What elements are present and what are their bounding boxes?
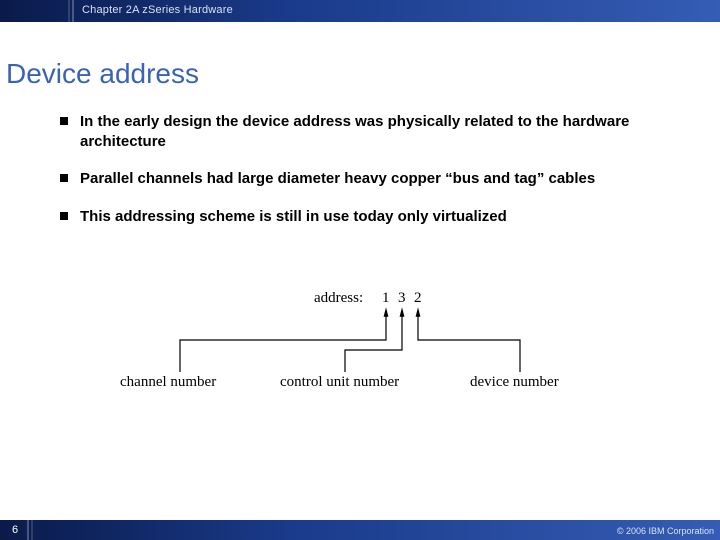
slide: Chapter 2A zSeries Hardware Device addre… (0, 0, 720, 540)
bullet-text: This addressing scheme is still in use t… (80, 207, 507, 227)
bullet-square-icon (60, 117, 68, 125)
label-control-unit-number: control unit number (280, 374, 399, 391)
header-divider-icon (72, 0, 74, 22)
bullet-text: In the early design the device address w… (80, 112, 680, 151)
bullet-text: Parallel channels had large diameter hea… (80, 169, 595, 189)
label-device-number: device number (470, 374, 559, 391)
page-number: 6 (6, 524, 24, 536)
header-bar: Chapter 2A zSeries Hardware (0, 0, 720, 22)
arrows-icon (120, 290, 600, 410)
label-channel-number: channel number (120, 374, 216, 391)
footer-divider-icon (31, 520, 33, 540)
footer-bar: 6 © 2006 IBM Corporation (0, 520, 720, 540)
header-divider-icon (68, 0, 70, 22)
copyright-text: © 2006 IBM Corporation (617, 526, 714, 536)
address-diagram: address: 1 3 2 channel number control un… (120, 290, 600, 410)
bullet-item: This addressing scheme is still in use t… (60, 207, 680, 227)
bullet-square-icon (60, 212, 68, 220)
slide-title: Device address (6, 58, 199, 90)
bullet-list: In the early design the device address w… (60, 112, 680, 244)
chapter-label: Chapter 2A zSeries Hardware (82, 4, 233, 16)
bullet-square-icon (60, 174, 68, 182)
footer-divider-icon (27, 520, 29, 540)
bullet-item: In the early design the device address w… (60, 112, 680, 151)
bullet-item: Parallel channels had large diameter hea… (60, 169, 680, 189)
